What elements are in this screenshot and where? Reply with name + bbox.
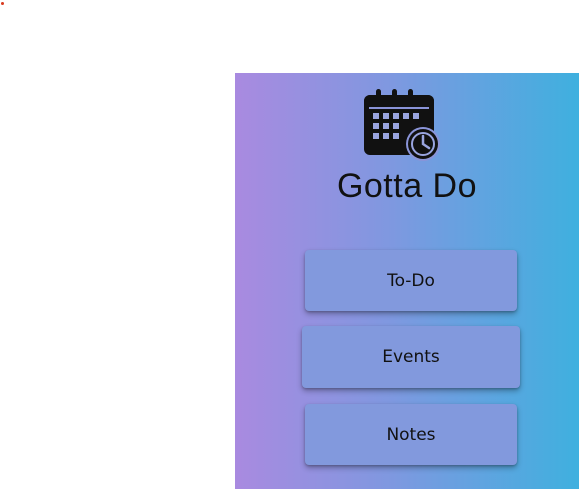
app-panel: Gotta Do To-Do Events Notes [235, 73, 579, 489]
events-button[interactable]: Events [302, 326, 520, 388]
red-dot-marker [1, 2, 4, 5]
todo-button[interactable]: To-Do [305, 250, 517, 311]
app-name: Gotta Do [336, 167, 478, 205]
notes-button[interactable]: Notes [305, 404, 517, 465]
app-logo: Gotta Do [235, 87, 579, 205]
calendar-clock-icon [364, 89, 440, 161]
